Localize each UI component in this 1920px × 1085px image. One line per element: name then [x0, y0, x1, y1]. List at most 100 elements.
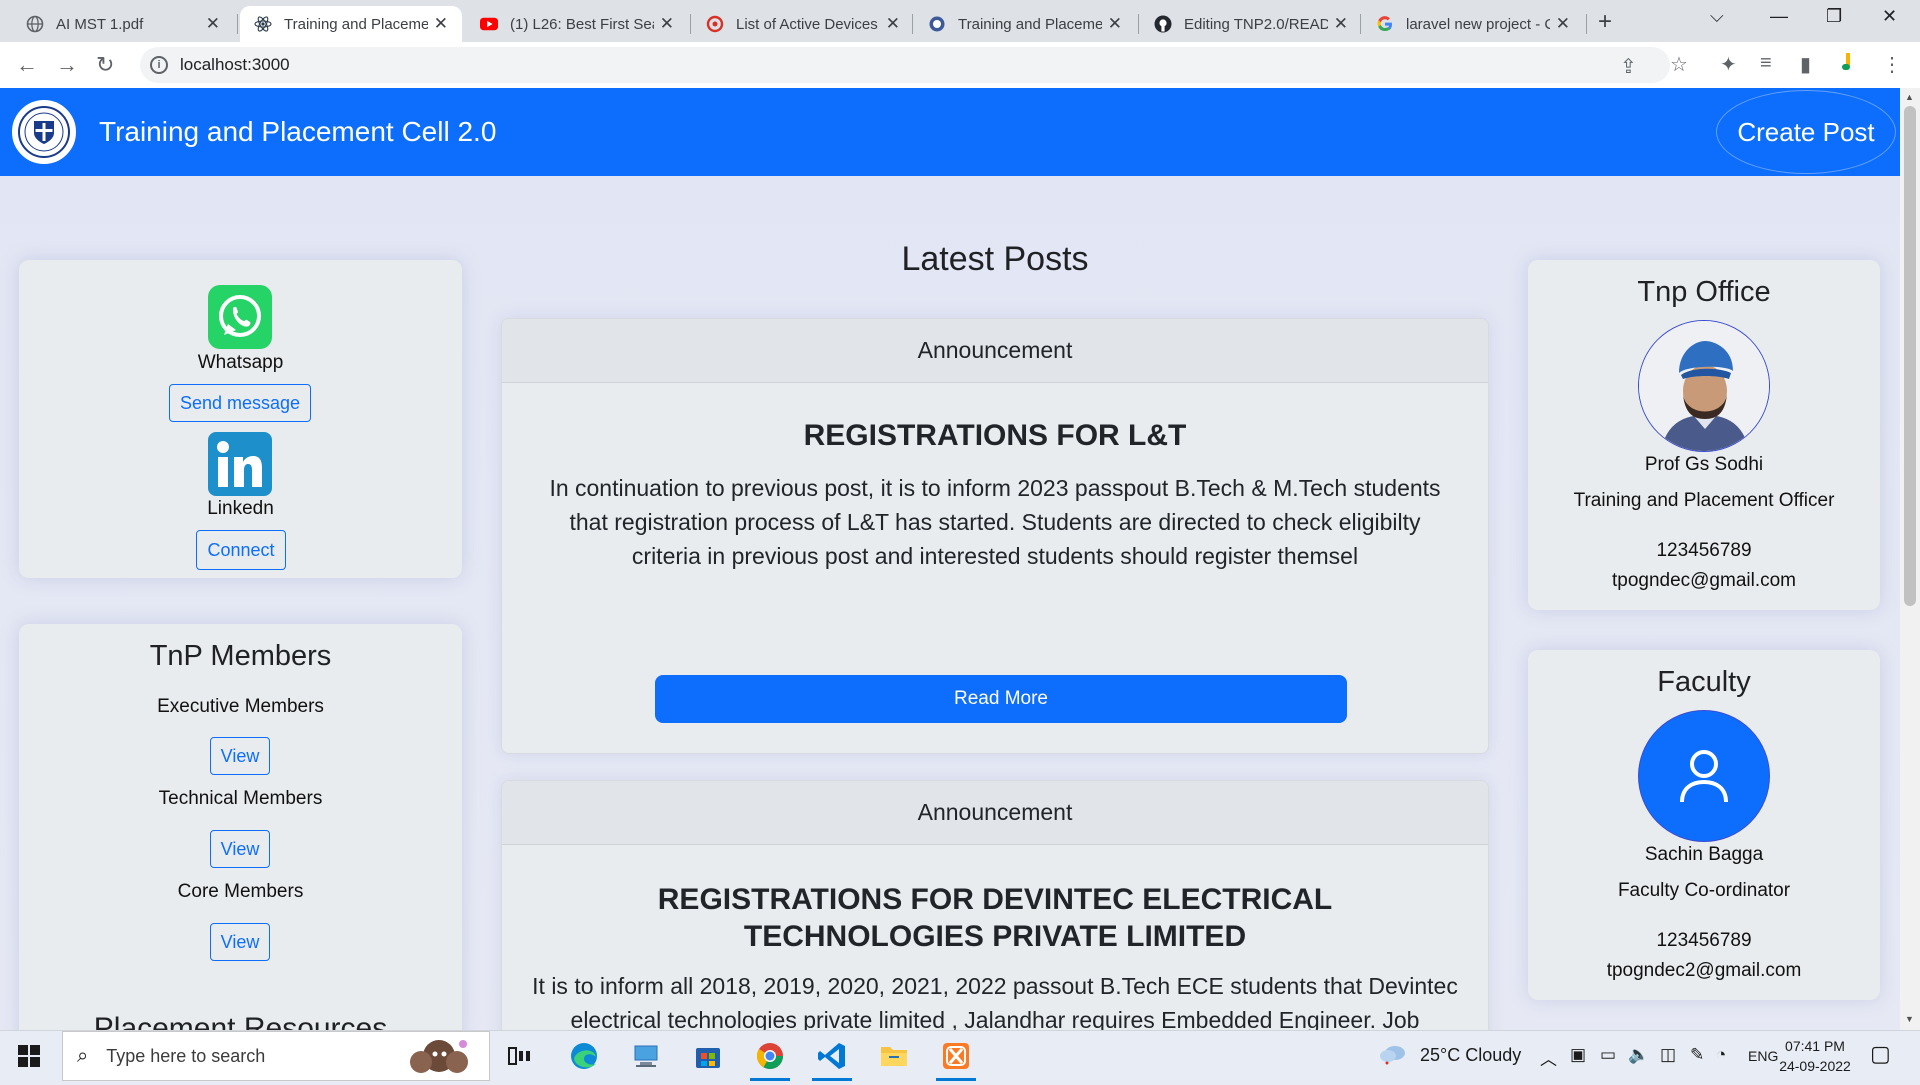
tab-divider	[237, 14, 238, 34]
view-executive-button[interactable]: View	[210, 737, 270, 775]
close-icon[interactable]: ✕	[886, 14, 900, 34]
view-core-button[interactable]: View	[210, 923, 270, 961]
reload-icon[interactable]: ↻	[96, 52, 114, 78]
tnp-members-card: TnP Members Executive Members View Techn…	[19, 624, 462, 1030]
scrollbar-thumb[interactable]	[1904, 106, 1916, 606]
profile-icon[interactable]	[1840, 52, 1856, 78]
window-close-icon[interactable]: ✕	[1882, 6, 1897, 27]
tab-active-devices[interactable]: List of Active Devices ✕	[692, 6, 914, 42]
notifications-icon[interactable]: ▢	[1870, 1041, 1891, 1067]
faculty-title: Faculty	[1657, 666, 1751, 698]
globe-icon	[26, 15, 44, 33]
close-icon[interactable]: ✕	[1334, 14, 1348, 34]
view-label: View	[220, 931, 260, 952]
share-icon[interactable]: ⇪	[1620, 54, 1637, 79]
extensions-puzzle-icon[interactable]: ✦	[1720, 52, 1737, 77]
weather-text[interactable]: 25°C Cloudy	[1420, 1045, 1521, 1066]
xampp-icon[interactable]	[932, 1037, 980, 1081]
volume-icon[interactable]: 🔈	[1628, 1045, 1649, 1065]
meet-now-icon[interactable]: ◫	[1660, 1045, 1676, 1065]
battery-icon[interactable]: ▭	[1600, 1045, 1616, 1065]
whatsapp-label: Whatsapp	[197, 352, 284, 373]
tab-divider	[690, 14, 691, 34]
address-bar[interactable]: i localhost:3000 ⇪ ☆	[140, 47, 1688, 83]
tab-github-editing[interactable]: Editing TNP2.0/READI ✕	[1140, 6, 1362, 42]
side-panel-icon[interactable]: ▮	[1800, 52, 1811, 77]
members-title: TnP Members	[149, 640, 332, 672]
minimize-icon[interactable]: —	[1770, 6, 1788, 27]
close-icon[interactable]: ✕	[206, 14, 220, 34]
tab-search-chevron-icon[interactable]: ⌵	[1710, 6, 1724, 27]
faculty-user-icon	[1638, 710, 1770, 842]
pen-icon[interactable]: ✎	[1690, 1045, 1704, 1065]
react-icon	[254, 15, 272, 33]
send-message-button[interactable]: Send message	[169, 384, 311, 422]
wifi-icon[interactable]: ◔	[1716, 1045, 1726, 1065]
executive-members-label: Executive Members	[157, 696, 324, 717]
tab-training-placement-active[interactable]: Training and Placeme ✕	[240, 6, 462, 42]
tab-youtube[interactable]: (1) L26: Best First Sear ✕	[466, 6, 688, 42]
media-control-icon[interactable]: ≡	[1760, 52, 1772, 75]
whatsapp-icon[interactable]	[208, 285, 272, 354]
url-text[interactable]: localhost:3000	[180, 55, 290, 75]
app-brand-title[interactable]: Training and Placement Cell 2.0	[99, 116, 496, 148]
chrome-icon[interactable]	[746, 1037, 794, 1081]
network-monitor-icon[interactable]: ▣	[1570, 1045, 1586, 1065]
page-scrollbar[interactable]: ▲ ▼	[1900, 88, 1920, 1030]
scroll-up-icon[interactable]: ▲	[1905, 92, 1914, 102]
this-pc-icon[interactable]	[622, 1037, 670, 1075]
create-post-button[interactable]: Create Post	[1716, 90, 1896, 174]
post-card: Announcement REGISTRATIONS FOR L&T In co…	[501, 318, 1489, 754]
faculty-role: Faculty Co-ordinator	[1617, 880, 1791, 901]
close-icon[interactable]: ✕	[1556, 14, 1570, 34]
tab-divider	[1138, 14, 1139, 34]
back-arrow-icon[interactable]: ←	[16, 52, 38, 78]
college-logo[interactable]	[12, 100, 76, 164]
edge-icon[interactable]	[560, 1037, 608, 1075]
tab-google-laravel[interactable]: laravel new project - C ✕	[1362, 6, 1584, 42]
file-explorer-icon[interactable]	[870, 1037, 918, 1075]
close-icon[interactable]: ✕	[1108, 14, 1122, 34]
send-message-label: Send message	[179, 392, 301, 413]
officer-name: Prof Gs Sodhi	[1644, 454, 1764, 475]
officer-phone: 123456789	[1656, 540, 1752, 561]
close-icon[interactable]: ✕	[660, 14, 674, 34]
task-view-icon[interactable]	[496, 1037, 544, 1075]
faculty-email[interactable]: tpogndec2@gmail.com	[1528, 960, 1880, 982]
officer-role: Training and Placement Officer	[1573, 490, 1835, 511]
post-body: In continuation to previous post, it is …	[549, 475, 1441, 569]
scroll-down-icon[interactable]: ▼	[1905, 1014, 1914, 1024]
page-viewport: Training and Placement Cell 2.0 Create P…	[0, 88, 1900, 1030]
technical-members-label: Technical Members	[158, 788, 323, 809]
system-clock[interactable]: 07:41 PM 24-09-2022	[1778, 1036, 1852, 1076]
view-label: View	[220, 838, 260, 859]
site-info-icon[interactable]: i	[150, 56, 168, 74]
tab-divider	[1360, 14, 1361, 34]
new-tab-button[interactable]: +	[1598, 8, 1612, 36]
social-links-card: Whatsapp Send message Linkedn Connect	[19, 260, 462, 578]
forward-arrow-icon[interactable]: →	[56, 52, 78, 78]
office-title: Tnp Office	[1637, 276, 1771, 308]
vscode-icon[interactable]	[808, 1037, 856, 1081]
tab-ai-mst[interactable]: AI MST 1.pdf ✕	[12, 6, 234, 42]
tab-training-placement-2[interactable]: Training and Placeme ✕	[914, 6, 1136, 42]
post-title: REGISTRATIONS FOR DEVINTEC ELECTRICAL TE…	[657, 883, 1333, 953]
microsoft-store-icon[interactable]	[684, 1037, 732, 1075]
core-members-label: Core Members	[177, 881, 304, 902]
taskbar-search-box[interactable]: ⌕ Type here to search	[62, 1031, 490, 1081]
connect-button[interactable]: Connect	[196, 530, 286, 570]
globe-icon	[928, 15, 946, 33]
language-indicator[interactable]: ENG	[1748, 1048, 1778, 1064]
close-icon[interactable]: ✕	[434, 14, 448, 34]
view-technical-button[interactable]: View	[210, 830, 270, 868]
officer-email[interactable]: tpogndec@gmail.com	[1528, 570, 1880, 592]
linkedin-icon[interactable]	[208, 432, 272, 501]
chrome-menu-icon[interactable]: ⋮	[1882, 52, 1902, 77]
windows-start-icon[interactable]	[18, 1045, 40, 1072]
maximize-icon[interactable]: ❐	[1826, 6, 1842, 27]
cloudy-weather-icon[interactable]	[1378, 1041, 1408, 1072]
bookmark-star-icon[interactable]: ☆	[1670, 52, 1688, 77]
read-more-button[interactable]: Read More	[655, 675, 1347, 723]
browser-toolbar: ← → ↻ i localhost:3000 ⇪ ☆ ✦ ≡ ▮ ⋮	[0, 42, 1920, 88]
tray-chevron-icon[interactable]: ︿	[1540, 1045, 1557, 1070]
